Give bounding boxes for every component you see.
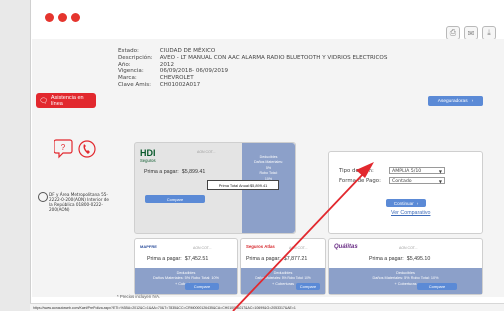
hdi-price: Prima a pagar: $5,899.41 [144, 169, 205, 175]
title-bar: ⎙ ✉ ⤓ [31, 0, 504, 40]
quote-card-3: Quálitas AON COT... Prima a pagar: $5,495… [328, 238, 483, 295]
tipo-plan-value: AMPLIA 5/10 [392, 169, 422, 174]
hdi-logo-sub: Seguros [140, 158, 156, 163]
vehicle-info: Estado: CIUDAD DE MÉXICO Descripción: AV… [118, 48, 387, 89]
descripcion-label: Descripción: [118, 54, 153, 61]
chevron-down-icon: ▼ [438, 169, 442, 174]
clave-label: Clave Amis: [118, 81, 152, 88]
card2-price-label: Prima a pagar: [246, 256, 281, 262]
maximize-window-dot[interactable] [71, 13, 80, 22]
estado-value: CIUDAD DE MÉXICO [159, 48, 216, 54]
hdi-price-label: Prima a pagar: [144, 169, 179, 175]
vigencia-label: Vigencia: [118, 68, 144, 75]
hdi-aon-label: AON COT... [197, 150, 216, 154]
marca-label: Marca: [118, 75, 137, 82]
help-chat-icon[interactable]: ? [54, 138, 74, 160]
estado-label: Estado: [118, 48, 139, 54]
card3-price: Prima a pagar: $5,495.10 [369, 256, 430, 262]
assist-online-label: Asistencia en línea [50, 94, 84, 107]
mapfre-logo: MAPFRE [140, 244, 157, 249]
hdi-compare-button[interactable]: Compare [145, 195, 205, 203]
chevron-right-icon: › [471, 98, 474, 104]
descripcion-value: AVEO - LT MANUAL CON AAC ALARMA RADIO BL… [159, 54, 388, 61]
card3-price-value: $5,495.10 [406, 256, 431, 262]
hdi-logo: HDI [140, 148, 156, 158]
card2-detail: Deducibles Daños Materiales: 5% Robo Tot… [241, 268, 325, 294]
assist-online-button[interactable]: 🗨 Asistencia en línea [36, 93, 96, 108]
tipo-plan-label: Tipo de Plan: [339, 168, 374, 174]
card3-compare-button[interactable]: Compare [417, 283, 457, 290]
card2-price-value: $7,877.21 [283, 256, 308, 262]
forma-pago-select[interactable]: Contado ▼ [389, 177, 445, 184]
tipo-plan-row: Tipo de Plan: AMPLIA 5/10 ▼ [339, 167, 445, 174]
card2-compare-button[interactable]: Compare [296, 283, 320, 290]
card3-coberturas-link[interactable]: + Coberturas [329, 282, 482, 287]
card1-detail: Deducibles Daños Materiales: 5% Robo Tot… [135, 268, 237, 294]
card1-price-value: $7,452.51 [184, 256, 209, 262]
price-tooltip: Prima Total Anual:$5,899.41 [207, 180, 279, 190]
card1-price-label: Prima a pagar: [147, 256, 182, 262]
plan-selector: Tipo de Plan: AMPLIA 5/10 ▼ Forma de Pag… [328, 151, 483, 234]
qualitas-logo: Quálitas [334, 244, 358, 250]
minimize-window-dot[interactable] [58, 13, 67, 22]
continuar-label: Continuar [393, 200, 414, 206]
card3-detail: Deducibles Daños Materiales: 5% Robo Tot… [329, 268, 482, 294]
card1-price: Prima a pagar: $7,452.51 [147, 256, 208, 262]
atlas-logo: Seguros Atlas [246, 244, 275, 249]
card2-aon-label: AON COT... [289, 246, 308, 250]
aseguradoras-label: Aseguradoras [437, 98, 468, 104]
continuar-button[interactable]: Continuar › [386, 199, 426, 207]
hdi-compare-label: Compare [166, 196, 184, 202]
print-icon[interactable]: ⎙ [446, 26, 460, 40]
forma-pago-value: Contado [392, 179, 412, 184]
chevron-down-icon: ▼ [438, 179, 442, 184]
svg-text:?: ? [61, 143, 66, 152]
page-actions: ⎙ ✉ ⤓ [446, 26, 496, 40]
contact-icons: ? [54, 138, 96, 160]
anio-value: 2012 [159, 61, 175, 68]
close-window-dot[interactable] [45, 13, 54, 22]
forma-pago-label: Forma de Pago: [339, 178, 381, 184]
phone-icon[interactable] [78, 138, 96, 160]
status-bar-url: https://www.aonautoweb.com/Kaet/PrePoliz… [30, 303, 504, 311]
contact-text: DF y Área Metropolitana 55-2222-0-200(AO… [49, 192, 109, 212]
anio-label: Año: [118, 61, 131, 68]
clave-value: CH01002A017 [159, 81, 201, 88]
iva-footnote: * Precios incluyen IVA. [117, 294, 161, 299]
chat-icon: 🗨 [39, 97, 48, 105]
aseguradoras-button[interactable]: Aseguradoras › [428, 96, 483, 106]
hdi-price-value: $5,899.41 [181, 169, 206, 175]
tipo-plan-select[interactable]: AMPLIA 5/10 ▼ [389, 167, 445, 174]
card3-aon-label: AON COT... [399, 246, 418, 250]
card1-aon-label: AON COT... [193, 246, 212, 250]
marca-value: CHEVROLET [159, 75, 194, 82]
card3-price-label: Prima a pagar: [369, 256, 404, 262]
vigencia-value: 06/09/2018- 06/09/2019 [159, 68, 229, 75]
download-icon[interactable]: ⤓ [482, 26, 496, 40]
card3-compare-label: Compare [428, 284, 446, 289]
card2-price: Prima a pagar: $7,877.21 [246, 256, 307, 262]
chevron-right-icon: › [416, 200, 419, 206]
email-icon[interactable]: ✉ [464, 26, 478, 40]
card1-compare-button[interactable]: Compare [185, 283, 219, 290]
clock-icon [38, 192, 48, 202]
ver-comparativo-link[interactable]: Ver Comparativo [391, 210, 430, 216]
hdi-logo-text: HDI [140, 148, 156, 158]
card1-compare-label: Compare [193, 284, 211, 289]
card2-compare-label: Compare [299, 284, 317, 289]
forma-pago-row: Forma de Pago: Contado ▼ [339, 177, 445, 184]
